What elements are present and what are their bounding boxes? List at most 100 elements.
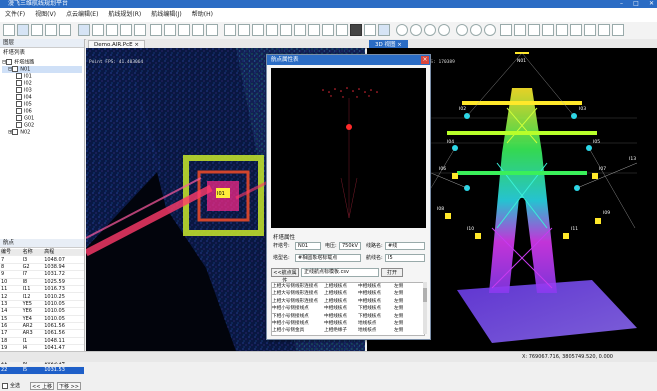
tree-root[interactable]: ⊟ 杆塔线路 — [2, 59, 82, 66]
menu-help[interactable]: 帮助(H) — [187, 8, 218, 22]
view-right-icon[interactable] — [164, 24, 176, 36]
cross-section-icon[interactable] — [266, 24, 278, 36]
save-icon[interactable] — [31, 24, 43, 36]
menu-route-plan[interactable]: 航线规划(R) — [103, 8, 146, 22]
table-row[interactable]: 10 I8 1025.59 — [0, 278, 84, 286]
tree-checkbox[interactable] — [16, 101, 22, 107]
restore-icon[interactable] — [322, 24, 334, 36]
open-folder-icon[interactable] — [17, 24, 29, 36]
new-file-icon[interactable] — [3, 24, 15, 36]
zoom-out-icon[interactable] — [470, 24, 482, 36]
minimize-icon[interactable]: – — [620, 0, 623, 8]
document-icon[interactable] — [378, 24, 390, 36]
point-size-icon[interactable] — [364, 24, 376, 36]
camera-icon[interactable] — [500, 24, 512, 36]
view-left-icon[interactable] — [150, 24, 162, 36]
line-name-select[interactable]: #线 — [385, 242, 425, 250]
table-row[interactable]: 13 YE5 1010.05 — [0, 300, 84, 309]
select-all-checkbox[interactable]: 全选 — [2, 382, 20, 390]
table-row[interactable]: 18 I1 1048.11 — [0, 337, 84, 346]
voltage-field[interactable]: 750kV — [339, 242, 361, 250]
tower-point-label[interactable]: I10 — [467, 226, 474, 232]
list-item[interactable]: 上相大号侧线形连接点 上相线核点 中相线核点 左侧 — [272, 290, 424, 297]
tree-checkbox[interactable] — [16, 87, 22, 93]
tree-item-g01[interactable]: G01 — [2, 115, 82, 122]
table-row[interactable]: 8 G2 1038.94 — [0, 263, 84, 272]
table-row[interactable]: 22 I5 1031.53 — [0, 366, 84, 375]
tree-checkbox[interactable] — [16, 73, 22, 79]
photo-point-icon[interactable] — [514, 24, 526, 36]
tree-checkbox[interactable] — [12, 129, 19, 135]
list-item[interactable]: 上相小号侧金具 上相绝缘子 地线核点 左侧 — [272, 327, 424, 334]
tower-point-label[interactable]: I04 — [447, 139, 454, 145]
crop-icon[interactable] — [294, 24, 306, 36]
tree-item-i03[interactable]: I03 — [2, 87, 82, 94]
tree-item-n01[interactable]: ⊟ N01 — [2, 66, 82, 73]
table-row[interactable]: 11 I11 1016.73 — [0, 285, 84, 294]
tower-no-field[interactable]: N01 — [295, 242, 321, 250]
tower-point-label[interactable]: I05 — [593, 139, 600, 145]
menu-pointcloud-edit[interactable]: 点云编辑(E) — [61, 8, 103, 22]
template-list-scrollbar[interactable] — [423, 282, 427, 334]
table-icon[interactable] — [92, 24, 104, 36]
delete-waypoint-icon[interactable] — [424, 24, 436, 36]
tower-point-label[interactable]: I13 — [629, 156, 636, 162]
tree-checkbox[interactable] — [16, 108, 22, 114]
ruler-icon[interactable] — [280, 24, 292, 36]
tab-3d-view[interactable]: 3D 视图 × — [369, 40, 408, 48]
tower-point-label[interactable]: I07 — [599, 166, 606, 172]
import-icon[interactable] — [45, 24, 57, 36]
add-waypoint-icon[interactable] — [396, 24, 408, 36]
menu-route-edit[interactable]: 航线编辑(J) — [146, 8, 186, 22]
view-bottom-icon[interactable] — [192, 24, 204, 36]
waypoint-attr-button[interactable]: <<航点属性 — [271, 268, 299, 284]
table-row[interactable]: 15 YE4 1010.05 — [0, 315, 84, 323]
tree-item-i02[interactable]: I02 — [2, 80, 82, 87]
view-front-icon[interactable] — [120, 24, 132, 36]
list-item[interactable]: 上相大号侧线形连接点 上相线核点 中相线核点 左侧 — [272, 298, 424, 305]
delete-points-icon[interactable] — [308, 24, 320, 36]
tree-item-i04[interactable]: I04 — [2, 94, 82, 101]
move-up-button[interactable]: << 上移 — [30, 382, 54, 390]
simulate-flight-icon[interactable] — [556, 24, 568, 36]
tree-checkbox[interactable] — [16, 115, 22, 121]
view-back-icon[interactable] — [134, 24, 146, 36]
cube-icon[interactable] — [238, 24, 250, 36]
tree-checkbox[interactable] — [6, 59, 13, 65]
tower-point-label[interactable]: I02 — [459, 106, 466, 112]
col-header-name[interactable]: 名称 — [21, 249, 44, 257]
table-row[interactable]: 16 AR2 1061.56 — [0, 322, 84, 331]
list-item[interactable]: 下相小号侧接线点 中相线核点 下相线核点 左侧 — [272, 313, 424, 320]
table-row[interactable]: 14 YE6 1010.05 — [0, 307, 84, 316]
view-iso-icon[interactable] — [206, 24, 218, 36]
scrollbar-thumb[interactable] — [423, 288, 427, 302]
tree-item-i05[interactable]: I05 — [2, 101, 82, 108]
tree-checkbox[interactable] — [12, 66, 19, 72]
route-check-icon[interactable] — [528, 24, 540, 36]
table-row[interactable]: 7 I3 1048.07 — [0, 255, 84, 264]
zoom-fit-icon[interactable] — [484, 24, 496, 36]
tower-point-label[interactable]: N01 — [517, 58, 526, 64]
settings-icon[interactable] — [584, 24, 596, 36]
table-row[interactable]: 12 I12 1010.25 — [0, 292, 84, 301]
safety-distance-icon[interactable] — [542, 24, 554, 36]
col-header-index[interactable]: 编号 — [0, 249, 22, 257]
upload-icon[interactable] — [612, 24, 624, 36]
tree-item-n02[interactable]: ⊞ N02 — [2, 129, 82, 136]
checkbox-box[interactable] — [2, 382, 8, 389]
view-top-icon[interactable] — [178, 24, 190, 36]
tower-point-label[interactable]: I08 — [437, 206, 444, 212]
tower-point-label[interactable]: I09 — [603, 210, 610, 216]
color-mode-icon[interactable] — [336, 24, 348, 36]
col-header-elevation[interactable]: 高程 — [43, 249, 84, 257]
move-waypoint-icon[interactable] — [438, 24, 450, 36]
tree-item-g02[interactable]: G02 — [2, 122, 82, 129]
template-select[interactable]: 正线航点标模板.csv — [301, 268, 379, 277]
tree-checkbox[interactable] — [16, 122, 22, 128]
layer-icon[interactable] — [78, 24, 90, 36]
list-item[interactable]: 上相大号侧线形连接点 上相线核点 中相线核点 左侧 — [272, 283, 424, 290]
list-item[interactable]: 下相小号侧金具下相绝缘子地线核点左侧 — [272, 335, 424, 336]
move-down-button[interactable]: 下移 >> — [57, 382, 81, 390]
dialog-close-icon[interactable]: × — [421, 56, 429, 64]
list-item[interactable]: 中相小号侧接线点 中相线核点 地线核点 左侧 — [272, 320, 424, 327]
